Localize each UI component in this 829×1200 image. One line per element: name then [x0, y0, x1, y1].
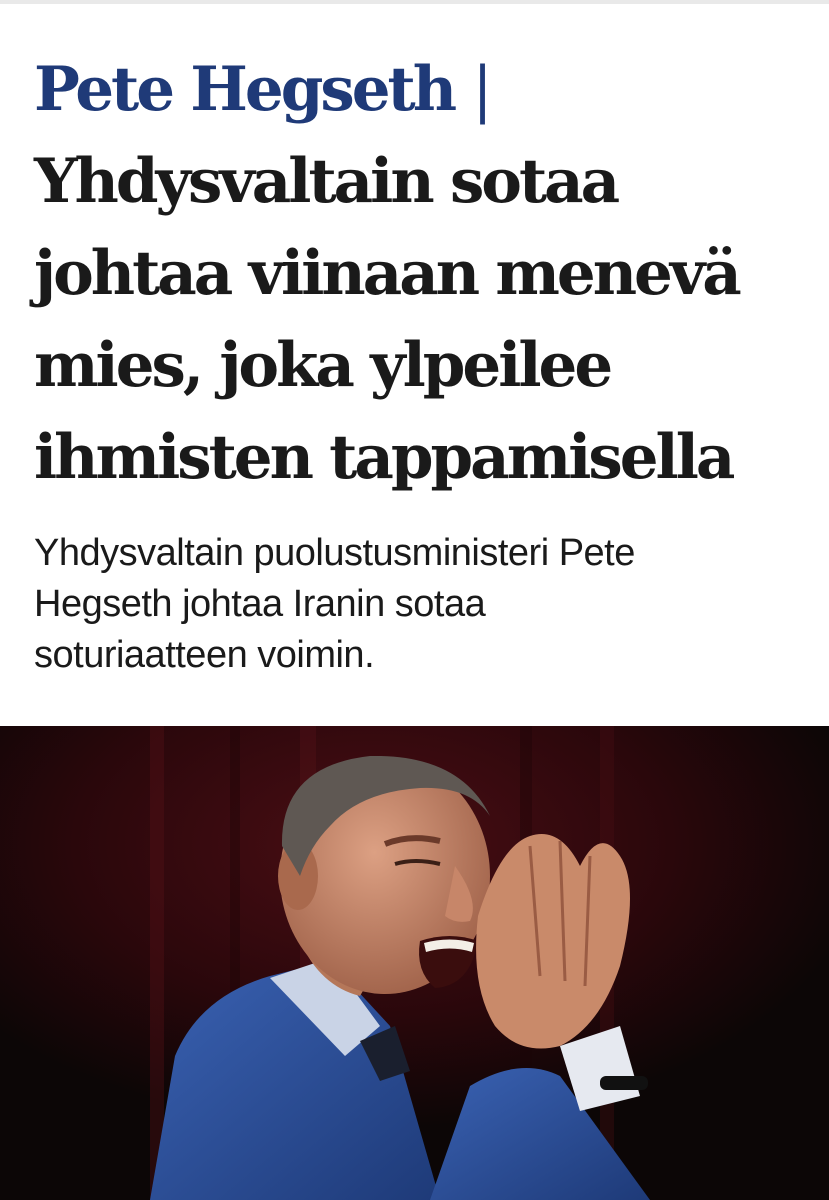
article-headline: Pete Hegseth | Yhdysvaltain sotaa johtaa… [34, 44, 814, 504]
photo-illustration [0, 726, 829, 1200]
article-lead: Yhdysvaltain puolustusministeri Pete Heg… [34, 528, 814, 681]
lead-line: Yhdysvaltain puolustusministeri Pete [34, 532, 635, 574]
lead-line: Hegseth johtaa Iranin sotaa [34, 583, 486, 625]
lead-line: soturiaatteen voimin. [34, 634, 375, 676]
article-photo[interactable] [0, 726, 829, 1200]
headline-line: Yhdysvaltain sotaa [34, 146, 620, 217]
headline-line: johtaa viinaan menevä [34, 238, 742, 309]
headline-kicker: Pete Hegseth [34, 54, 457, 125]
headline-line: mies, joka ylpeilee [34, 330, 613, 401]
wristwatch [600, 1076, 648, 1090]
top-divider [0, 0, 829, 4]
kicker-separator: | [472, 54, 493, 125]
article-page: Pete Hegseth | Yhdysvaltain sotaa johtaa… [0, 0, 829, 1200]
headline-line: ihmisten tappamisella [34, 422, 735, 493]
